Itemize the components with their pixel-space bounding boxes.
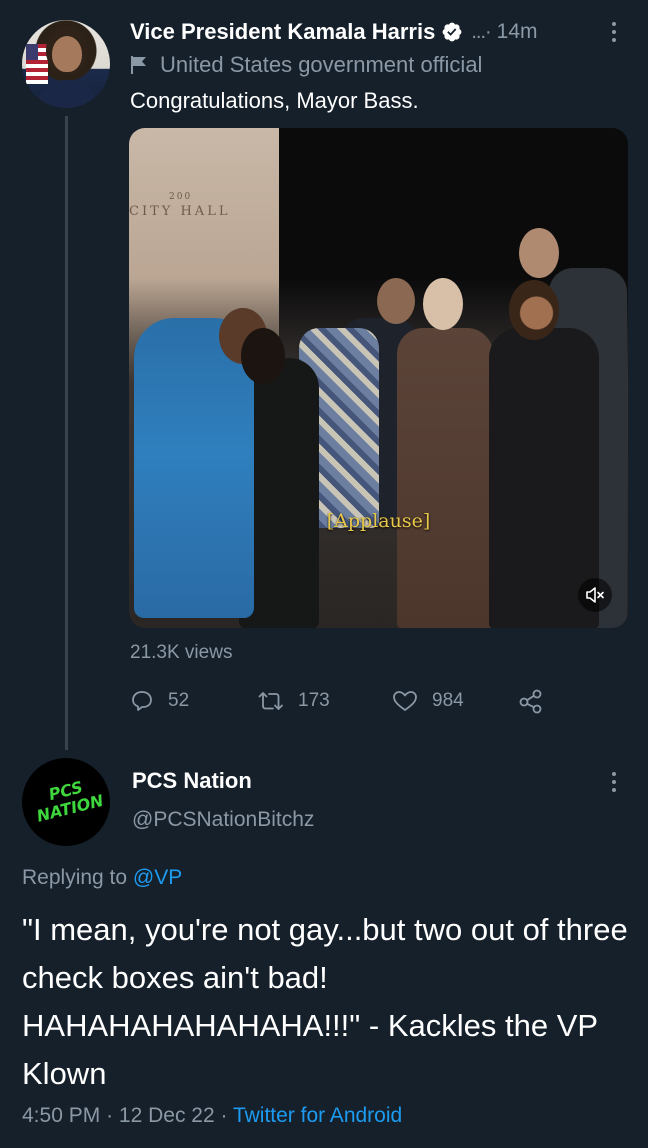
person-head <box>509 280 559 340</box>
video-player[interactable]: 200 CITY HALL [Applause] <box>129 128 628 628</box>
more-options-button[interactable] <box>604 18 624 46</box>
thread-line <box>65 116 68 750</box>
retweet-button[interactable]: 173 <box>258 686 330 716</box>
pcs-nation-logo: PCS NATION <box>27 773 109 826</box>
person-head <box>377 278 415 324</box>
tweet-header: Vice President Kamala Harris ...· 14m <box>130 14 630 50</box>
dot-icon <box>612 38 616 42</box>
flag-icon <box>131 56 146 74</box>
mute-icon <box>586 587 604 603</box>
tweet-actions: 52 173 984 <box>130 686 560 716</box>
reply-count: 52 <box>168 690 190 711</box>
tweet-text: "I mean, you're not gay...but two out of… <box>22 912 628 1091</box>
header-separator: ...· <box>471 20 491 43</box>
person-head <box>423 278 463 330</box>
mute-button[interactable] <box>578 578 612 612</box>
replying-to: Replying to @VP <box>22 866 182 890</box>
meta-separator: · <box>220 1104 228 1127</box>
reply-icon <box>132 691 152 711</box>
dot-icon <box>612 772 616 776</box>
avatar-figure <box>36 80 98 108</box>
person-head <box>519 228 559 278</box>
source-link[interactable]: Twitter for Android <box>233 1104 402 1127</box>
share-button[interactable] <box>518 686 558 716</box>
tweet-metadata: 4:50 PM · 12 Dec 22 · Twitter for Androi… <box>22 1104 402 1128</box>
reply-button[interactable]: 52 <box>130 686 189 716</box>
author-name[interactable]: Vice President Kamala Harris <box>130 19 435 45</box>
tweet-time[interactable]: 4:50 PM <box>22 1104 100 1127</box>
us-flag-icon <box>26 44 48 84</box>
dot-icon <box>612 780 616 784</box>
tweet-date[interactable]: 12 Dec 22 <box>119 1104 215 1127</box>
avatar-face <box>52 36 82 72</box>
mention-link[interactable]: @VP <box>133 866 182 889</box>
person-figure <box>397 328 493 628</box>
dot-icon <box>612 30 616 34</box>
replying-prefix: Replying to <box>22 866 128 889</box>
video-caption: [Applause] <box>326 510 431 532</box>
heart-icon <box>393 691 417 711</box>
wall-number: 200 <box>169 192 193 202</box>
author-handle[interactable]: @PCSNationBitchz <box>132 808 314 832</box>
wall-sign: CITY HALL <box>129 204 231 219</box>
more-options-button[interactable] <box>604 768 624 796</box>
label-text: United States government official <box>160 52 483 77</box>
avatar[interactable]: PCS NATION <box>22 758 110 846</box>
like-count: 984 <box>432 690 464 711</box>
verified-badge-icon <box>442 22 462 42</box>
retweet-icon <box>258 692 283 710</box>
dot-icon <box>612 788 616 792</box>
tweet-text: Congratulations, Mayor Bass. <box>130 88 419 113</box>
like-button[interactable]: 984 <box>392 686 464 716</box>
avatar[interactable] <box>22 20 110 108</box>
meta-separator: · <box>106 1104 114 1127</box>
view-count: 21.3K views <box>130 642 233 663</box>
tweet-time[interactable]: 14m <box>497 20 538 44</box>
share-icon <box>519 689 542 714</box>
government-label[interactable]: United States government official <box>130 50 482 80</box>
person-head <box>241 328 285 384</box>
retweet-count: 173 <box>298 690 330 711</box>
author-name[interactable]: PCS Nation <box>132 768 252 794</box>
dot-icon <box>612 22 616 26</box>
